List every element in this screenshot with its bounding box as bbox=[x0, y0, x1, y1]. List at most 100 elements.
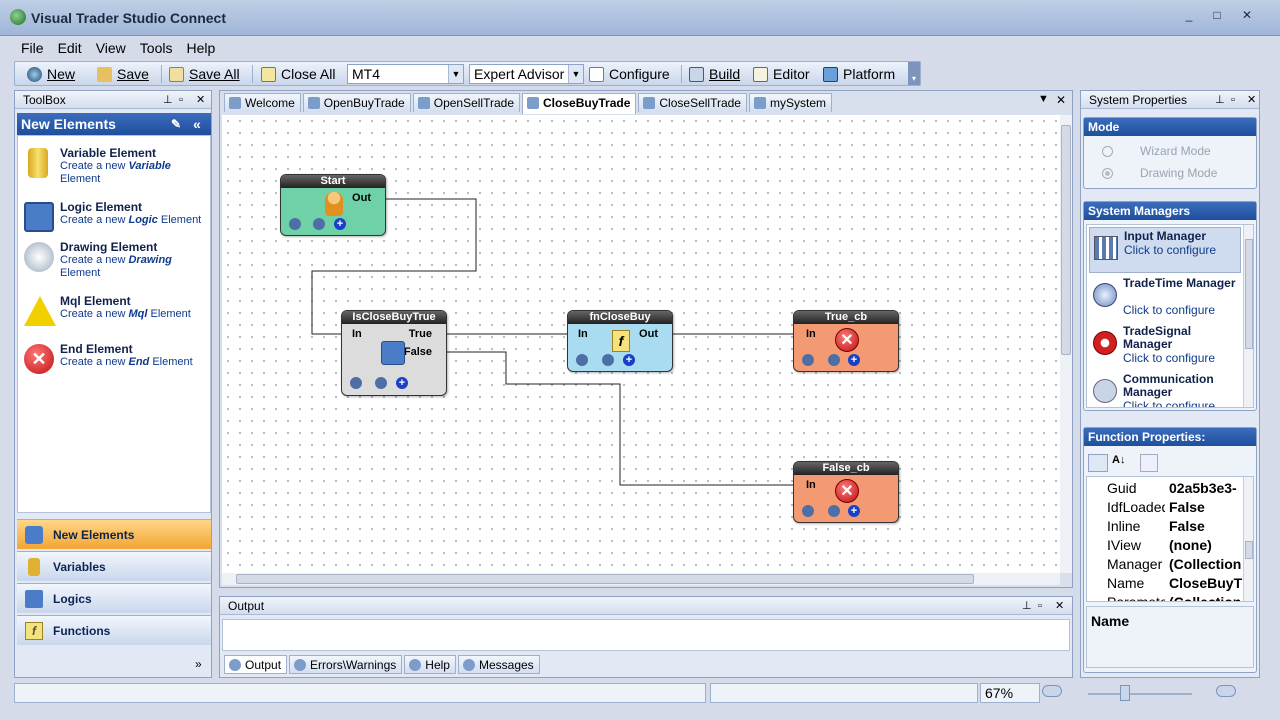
drawing-element-item[interactable]: Drawing Element Create a new Drawing Ele… bbox=[22, 238, 208, 282]
info-icon[interactable] bbox=[313, 218, 325, 230]
input-manager-item[interactable]: Input Manager Click to configure bbox=[1089, 227, 1241, 273]
new-button[interactable]: New bbox=[27, 65, 75, 83]
prop-row-manager[interactable]: Manager (Collection bbox=[1091, 555, 1241, 574]
close-window-button[interactable]: ✕ bbox=[1236, 6, 1258, 24]
maximize-button[interactable]: □ bbox=[1206, 6, 1228, 24]
maximize-panel-button[interactable]: ▫ bbox=[1231, 91, 1235, 109]
category-new-elements[interactable]: New Elements bbox=[17, 519, 211, 549]
tradetime-manager-item[interactable]: TradeTime Manager Click to configure bbox=[1089, 275, 1241, 323]
alphabetical-sort-icon[interactable]: A↓ bbox=[1112, 454, 1132, 472]
managers-scrollbar[interactable] bbox=[1243, 225, 1253, 407]
managers-scroll-thumb[interactable] bbox=[1245, 239, 1253, 349]
tab-messages[interactable]: Messages bbox=[457, 655, 540, 674]
menu-file[interactable]: File bbox=[14, 38, 51, 58]
editor-button[interactable]: Editor bbox=[753, 65, 810, 83]
tab-help[interactable]: Help bbox=[404, 655, 456, 674]
help-icon[interactable] bbox=[576, 354, 588, 366]
prop-row-name[interactable]: Name CloseBuyT bbox=[1091, 574, 1242, 593]
prop-row-guid[interactable]: Guid 02a5b3e3- bbox=[1091, 479, 1241, 498]
menu-edit[interactable]: Edit bbox=[51, 38, 89, 58]
category-functions[interactable]: f Functions bbox=[17, 615, 211, 645]
drawing-mode-radio[interactable]: Drawing Mode bbox=[1102, 166, 1217, 180]
node-start[interactable]: Start Out + bbox=[280, 174, 386, 236]
category-variables[interactable]: Variables bbox=[17, 551, 211, 581]
tab-open-buy-trade[interactable]: OpenBuyTrade bbox=[302, 93, 411, 112]
close-panel-button[interactable]: ✕ bbox=[1055, 597, 1064, 615]
tab-my-system[interactable]: mySystem bbox=[748, 93, 832, 112]
info-icon[interactable] bbox=[375, 377, 387, 389]
node-is-close-buy-true[interactable]: IsCloseBuyTrue In True False + bbox=[341, 310, 447, 396]
help-icon[interactable] bbox=[802, 354, 814, 366]
project-type-select[interactable]: Expert Advisor ▼ bbox=[469, 64, 584, 84]
pin-icon[interactable]: ⊥ bbox=[1215, 91, 1225, 109]
menu-tools[interactable]: Tools bbox=[133, 38, 180, 58]
zoom-slider[interactable] bbox=[1088, 693, 1192, 695]
tab-welcome[interactable]: Welcome bbox=[224, 93, 301, 112]
pin-icon[interactable]: ⊥ bbox=[1022, 597, 1032, 615]
zoom-out-button[interactable] bbox=[1042, 685, 1062, 697]
menu-help[interactable]: Help bbox=[179, 38, 222, 58]
node-false-cb[interactable]: False_cb In ✕ + bbox=[793, 461, 899, 523]
tab-open-sell-trade[interactable]: OpenSellTrade bbox=[412, 93, 521, 112]
info-icon[interactable] bbox=[828, 505, 840, 517]
tradesignal-manager-item[interactable]: TradeSignal Manager Click to configure bbox=[1089, 323, 1241, 371]
add-icon[interactable]: + bbox=[848, 354, 860, 366]
flow-canvas[interactable]: Start Out + IsCloseBuyTrue In True False… bbox=[222, 115, 1060, 573]
tab-close-sell-trade[interactable]: CloseSellTrade bbox=[638, 93, 747, 112]
configure-button[interactable]: Configure bbox=[589, 65, 670, 83]
save-all-button[interactable]: Save All bbox=[169, 65, 240, 83]
add-icon[interactable]: + bbox=[623, 354, 635, 366]
node-true-cb[interactable]: True_cb In ✕ + bbox=[793, 310, 899, 372]
info-icon[interactable] bbox=[828, 354, 840, 366]
add-icon[interactable]: + bbox=[848, 505, 860, 517]
vertical-scroll-thumb[interactable] bbox=[1061, 125, 1071, 355]
canvas-horizontal-scrollbar[interactable] bbox=[222, 573, 1060, 585]
tab-errors-warnings[interactable]: Errors\Warnings bbox=[289, 655, 403, 674]
property-pages-icon[interactable] bbox=[1140, 454, 1158, 472]
pin-icon[interactable]: ⊥ bbox=[163, 91, 173, 109]
communication-manager-item[interactable]: Communication Manager Click to configure bbox=[1089, 371, 1241, 407]
horizontal-scroll-thumb[interactable] bbox=[236, 574, 974, 584]
wizard-mode-radio[interactable]: Wizard Mode bbox=[1102, 144, 1211, 158]
minimize-button[interactable]: _ bbox=[1178, 6, 1200, 24]
close-panel-button[interactable]: ✕ bbox=[196, 91, 205, 109]
node-fn-close-buy[interactable]: fnCloseBuy In Out f + bbox=[567, 310, 673, 372]
categorized-view-icon[interactable] bbox=[1088, 454, 1108, 472]
zoom-slider-thumb[interactable] bbox=[1120, 685, 1130, 701]
add-icon[interactable]: + bbox=[396, 377, 408, 389]
tab-close-buy-trade[interactable]: CloseBuyTrade bbox=[522, 93, 637, 114]
logic-element-item[interactable]: Logic Element Create a new Logic Element bbox=[22, 198, 208, 242]
category-logics[interactable]: Logics bbox=[17, 583, 211, 613]
help-icon[interactable] bbox=[350, 377, 362, 389]
save-button[interactable]: Save bbox=[97, 65, 149, 83]
build-button[interactable]: Build bbox=[689, 65, 740, 83]
pencil-icon[interactable]: ✎ bbox=[171, 113, 181, 135]
mql-element-item[interactable]: Mql Element Create a new Mql Element bbox=[22, 292, 208, 336]
maximize-panel-button[interactable]: ▫ bbox=[179, 91, 183, 109]
maximize-panel-button[interactable]: ▫ bbox=[1038, 597, 1042, 615]
property-grid-scrollbar[interactable] bbox=[1243, 477, 1253, 601]
menu-view[interactable]: View bbox=[89, 38, 133, 58]
prop-row-inline[interactable]: Inline False bbox=[1091, 517, 1241, 536]
end-element-item[interactable]: ✕ End Element Create a new End Element bbox=[22, 340, 208, 384]
tab-output[interactable]: Output bbox=[224, 655, 288, 674]
toolbar-overflow-button[interactable]: ▾ bbox=[908, 62, 920, 85]
close-tab-button[interactable]: ✕ bbox=[1056, 93, 1066, 107]
collapse-icon[interactable]: « bbox=[193, 113, 201, 135]
add-icon[interactable]: + bbox=[334, 218, 346, 230]
platform-button[interactable]: Platform bbox=[823, 65, 895, 83]
prop-row-iview[interactable]: IView (none) bbox=[1091, 536, 1241, 555]
prop-row-parameters[interactable]: Parameters(Collection bbox=[1091, 593, 1241, 601]
canvas-vertical-scrollbar[interactable] bbox=[1060, 115, 1072, 573]
prop-row-idfloaded[interactable]: IdfLoaded False bbox=[1091, 498, 1241, 517]
variable-element-item[interactable]: Variable Element Create a new Variable E… bbox=[22, 144, 208, 188]
tab-list-dropdown[interactable]: ▼ bbox=[1038, 93, 1049, 105]
zoom-in-button[interactable] bbox=[1216, 685, 1236, 697]
property-scroll-thumb[interactable] bbox=[1245, 541, 1253, 559]
platform-select[interactable]: MT4 ▼ bbox=[347, 64, 464, 84]
more-categories-icon[interactable]: » bbox=[195, 657, 202, 671]
info-icon[interactable] bbox=[602, 354, 614, 366]
help-icon[interactable] bbox=[802, 505, 814, 517]
close-all-button[interactable]: Close All bbox=[261, 65, 335, 83]
output-text-area[interactable] bbox=[222, 619, 1070, 651]
